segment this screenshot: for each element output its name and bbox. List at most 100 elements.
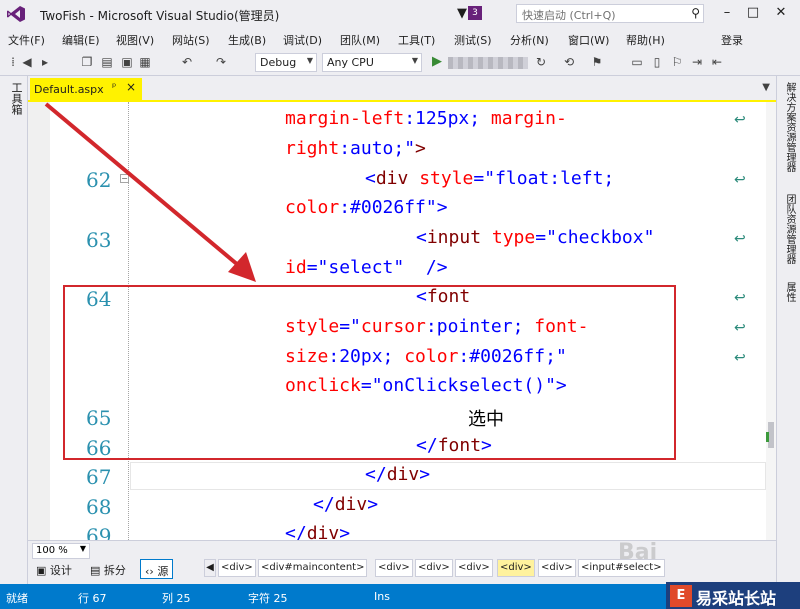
- watermark-logo-text: 易采站长站: [696, 589, 777, 608]
- chevron-left-icon[interactable]: ◀: [204, 559, 216, 577]
- line-number: 62: [86, 168, 112, 192]
- tab-default-aspx[interactable]: Default.aspx ᵖ ×: [30, 78, 142, 100]
- comment-icon[interactable]: ▭: [630, 55, 644, 69]
- save-icon[interactable]: ▣: [120, 55, 134, 69]
- view-design-label: 设计: [49, 564, 72, 577]
- code-token-attr: color: [285, 197, 340, 218]
- watermark-ghost-text: Bai: [618, 540, 658, 565]
- code-token-attr: margin-: [490, 108, 567, 129]
- grip-icon[interactable]: ⁞: [6, 55, 20, 69]
- design-icon: ▣: [36, 564, 47, 577]
- quick-launch-input[interactable]: 快速启动 (Ctrl+Q) ⚲: [516, 4, 704, 23]
- menu-edit[interactable]: 编辑(E): [62, 32, 100, 48]
- team-explorer-tab[interactable]: 团队资源管理器: [782, 194, 797, 264]
- line-number: 69: [86, 524, 112, 540]
- breadcrumb-tag[interactable]: <div>: [538, 559, 576, 577]
- code-token-attr: right: [285, 138, 340, 159]
- status-insert-mode: Ins: [374, 590, 390, 603]
- code-token-tag: >: [415, 138, 426, 159]
- word-wrap-icon: ↩: [734, 350, 746, 366]
- menu-view[interactable]: 视图(V): [116, 32, 154, 48]
- menu-team[interactable]: 团队(M): [340, 32, 380, 48]
- menu-help[interactable]: 帮助(H): [626, 32, 665, 48]
- menu-website[interactable]: 网站(S): [172, 32, 210, 48]
- indent-icon[interactable]: ⇥: [690, 55, 704, 69]
- solution-config-icon[interactable]: ⚑: [590, 55, 604, 69]
- refresh-icon[interactable]: ↻: [534, 55, 548, 69]
- breadcrumb-tag[interactable]: <div>: [415, 559, 453, 577]
- vertical-scrollbar[interactable]: [766, 102, 776, 540]
- outdent-icon[interactable]: ⇤: [710, 55, 724, 69]
- open-file-icon[interactable]: ▤: [100, 55, 114, 69]
- pin-icon[interactable]: ᵖ: [112, 82, 116, 93]
- close-icon[interactable]: ×: [126, 80, 136, 94]
- status-column: 列 25: [162, 592, 191, 605]
- filter-icon[interactable]: ▼: [457, 6, 467, 21]
- navigate-back-icon[interactable]: ◀: [20, 55, 34, 69]
- navigate-forward-icon[interactable]: ▸: [38, 55, 52, 69]
- view-source-button[interactable]: ‹› 源: [140, 559, 174, 579]
- save-all-icon[interactable]: ▦: [138, 55, 152, 69]
- platform-select[interactable]: Any CPU ▼: [322, 53, 422, 72]
- code-line: </div>: [313, 494, 378, 515]
- notification-badge[interactable]: 3: [468, 6, 482, 20]
- indicator-margin: [28, 102, 50, 540]
- view-design-button[interactable]: ▣ 设计: [32, 559, 76, 579]
- configuration-select[interactable]: Debug ▼: [255, 53, 317, 72]
- line-number: 68: [86, 495, 112, 519]
- maximize-icon[interactable]: □: [744, 5, 762, 20]
- menu-window[interactable]: 窗口(W): [568, 32, 609, 48]
- code-token-tag: div: [386, 464, 420, 485]
- breadcrumb-tag[interactable]: <div>: [218, 559, 256, 577]
- redo-icon[interactable]: ↷: [214, 55, 228, 69]
- uncomment-icon[interactable]: ▯: [650, 55, 664, 69]
- login-link[interactable]: 登录: [721, 32, 743, 48]
- menu-debug[interactable]: 调试(D): [283, 32, 322, 48]
- breadcrumb-tag[interactable]: <div>: [375, 559, 413, 577]
- solution-explorer-tab[interactable]: 解决方案资源管理器: [782, 82, 797, 172]
- start-debugging-icon[interactable]: ▶: [432, 54, 442, 69]
- undo-icon[interactable]: ↶: [180, 55, 194, 69]
- browser-target-label[interactable]: [448, 57, 528, 69]
- word-wrap-icon: ↩: [734, 172, 746, 188]
- chevron-down-icon: ▼: [306, 56, 313, 65]
- menu-build[interactable]: 生成(B): [228, 32, 266, 48]
- code-token-val: [408, 168, 419, 189]
- browser-link-icon[interactable]: ⟲: [562, 55, 576, 69]
- toolbox-tab[interactable]: 工具箱: [8, 82, 24, 115]
- source-icon: ‹›: [145, 565, 154, 578]
- code-token-tag: div: [306, 523, 340, 540]
- code-token-val: :125px;: [404, 108, 491, 129]
- view-split-button[interactable]: ▤ 拆分: [86, 559, 130, 579]
- menu-test[interactable]: 测试(S): [454, 32, 492, 48]
- code-token-val: >: [367, 494, 379, 515]
- chevron-down-icon[interactable]: ▼: [762, 82, 770, 93]
- bookmark-icon[interactable]: ⚐: [670, 55, 684, 69]
- code-token-val: </: [285, 523, 307, 540]
- code-token-val: </: [365, 464, 387, 485]
- breadcrumb-tag[interactable]: <div>: [455, 559, 493, 577]
- current-line-highlight: [130, 462, 766, 490]
- code-token-attr: margin-left: [285, 108, 405, 129]
- quick-launch-placeholder: 快速启动 (Ctrl+Q): [522, 9, 616, 22]
- status-char: 字符 25: [248, 592, 288, 605]
- split-icon: ▤: [90, 564, 101, 577]
- menu-analyze[interactable]: 分析(N): [510, 32, 549, 48]
- code-token-val: >: [339, 523, 351, 540]
- new-project-icon[interactable]: ❐: [80, 55, 94, 69]
- fold-toggle-icon[interactable]: −: [120, 174, 129, 183]
- close-icon[interactable]: ✕: [772, 5, 790, 20]
- minimize-icon[interactable]: –: [718, 5, 736, 20]
- line-number: 63: [86, 228, 112, 252]
- menu-file[interactable]: 文件(F): [8, 32, 45, 48]
- breadcrumb-tag[interactable]: <div#maincontent>: [258, 559, 368, 577]
- menu-tools[interactable]: 工具(T): [398, 32, 435, 48]
- properties-tab[interactable]: 属性: [782, 282, 797, 302]
- status-ready: 就绪: [6, 592, 28, 605]
- zoom-select[interactable]: 100 % ▼: [32, 543, 90, 559]
- menu-bar: 文件(F) 编辑(E) 视图(V) 网站(S) 生成(B) 调试(D) 团队(M…: [0, 28, 800, 50]
- code-token-val: :auto;": [339, 138, 416, 159]
- breadcrumb-tag-active[interactable]: <div>: [497, 559, 535, 577]
- watermark-logo: E 易采站长站: [666, 582, 800, 609]
- code-line: margin-left:125px; margin-: [285, 108, 567, 129]
